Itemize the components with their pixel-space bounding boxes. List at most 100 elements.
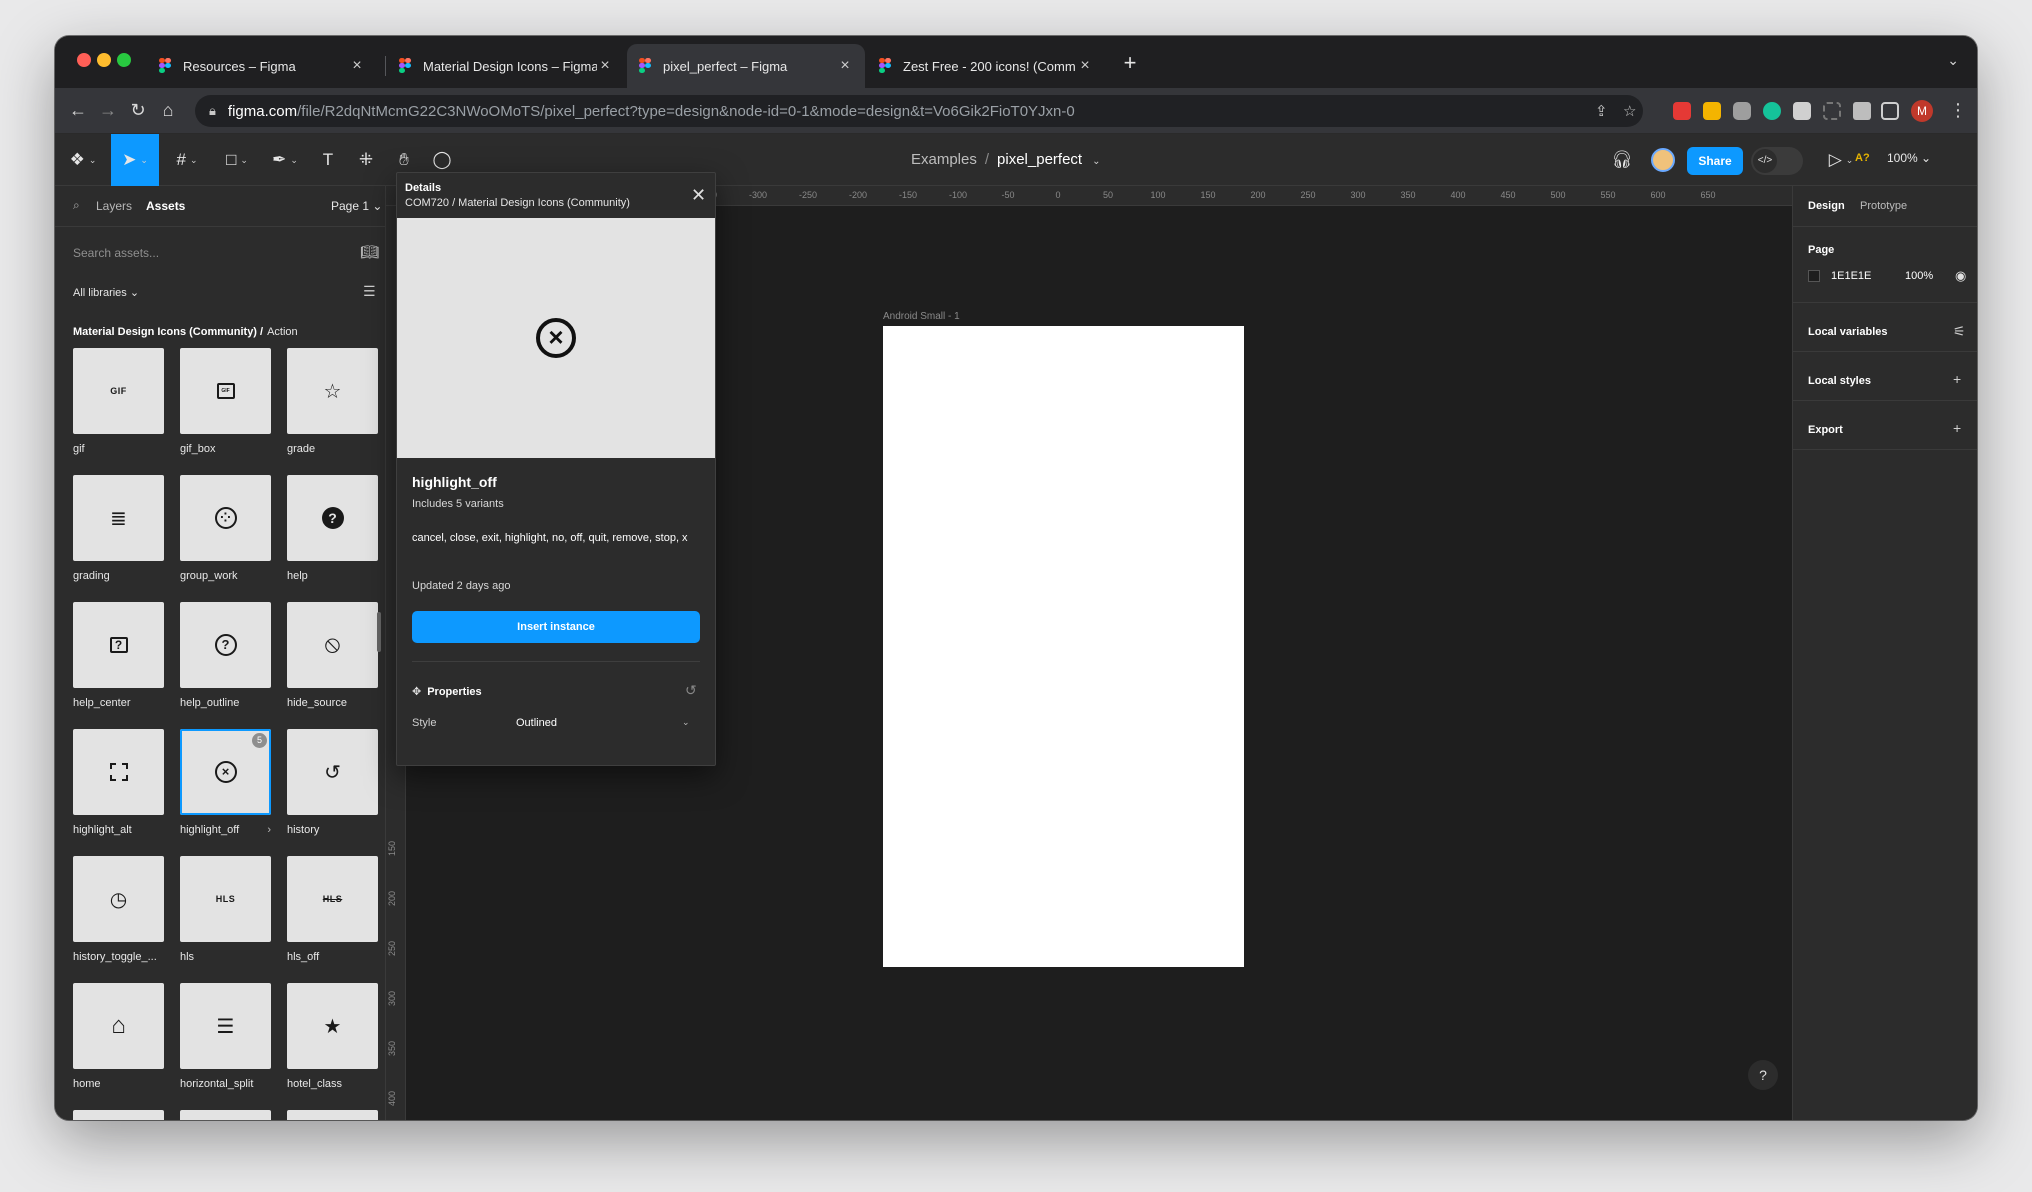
- extensions-puzzle-icon[interactable]: [1853, 102, 1871, 120]
- extension-grammarly-icon[interactable]: [1763, 102, 1781, 120]
- file-breadcrumb[interactable]: Examples / pixel_perfect ⌄: [911, 151, 1100, 168]
- extension-device-icon[interactable]: [1793, 102, 1811, 120]
- grading-icon[interactable]: ≣: [73, 475, 164, 561]
- new-tab-button[interactable]: +: [1118, 50, 1142, 76]
- headphones-icon[interactable]: 🎧︎: [1605, 134, 1639, 186]
- share-button[interactable]: Share: [1687, 147, 1743, 175]
- extension-camera-icon[interactable]: [1733, 102, 1751, 120]
- asset-help-outline[interactable]: ? help_outline: [180, 602, 271, 709]
- figma-main-menu-icon[interactable]: ❖ ⌄: [63, 134, 103, 186]
- reload-icon[interactable]: ↻: [127, 100, 149, 121]
- resources-tool-button[interactable]: ⁜: [349, 134, 383, 186]
- asset-highlight-alt[interactable]: highlight_alt: [73, 729, 164, 836]
- close-tab-icon[interactable]: ×: [597, 57, 613, 75]
- library-book-icon[interactable]: 📖︎: [360, 243, 379, 261]
- local-variables-row[interactable]: Local variables: [1808, 326, 1888, 338]
- present-play-icon[interactable]: ▷ ⌄: [1823, 134, 1859, 186]
- asset-partial[interactable]: ■: [287, 1110, 378, 1120]
- reset-icon[interactable]: ↺: [685, 682, 697, 699]
- url-field[interactable]: 🔒︎ figma.com /file/R2dqNtMcmG22C3NWoOMoT…: [195, 95, 1643, 127]
- star-outline-icon[interactable]: ☆: [287, 348, 378, 434]
- browser-tab-material-design[interactable]: Material Design Icons – Figma ×: [387, 44, 625, 88]
- history-icon[interactable]: ↺: [287, 729, 378, 815]
- asset-gif-box[interactable]: GIF gif_box: [180, 348, 271, 455]
- asset-partial[interactable]: ▽: [73, 1110, 164, 1120]
- variables-sliders-icon[interactable]: ⚟: [1953, 323, 1966, 340]
- asset-help[interactable]: ? help: [287, 475, 378, 582]
- library-name[interactable]: Material Design Icons (Community) /: [73, 326, 263, 338]
- asset-home[interactable]: ⌂ home: [73, 983, 164, 1090]
- file-name[interactable]: pixel_perfect: [997, 151, 1082, 168]
- assets-scrollbar[interactable]: [377, 612, 381, 652]
- asset-partial[interactable]: ▢: [180, 1110, 271, 1120]
- help-button[interactable]: ?: [1748, 1060, 1778, 1090]
- frame-name-label[interactable]: Android Small - 1: [883, 311, 960, 322]
- page-color-swatch[interactable]: [1808, 270, 1820, 282]
- gif-icon[interactable]: GIF: [73, 348, 164, 434]
- tab-prototype[interactable]: Prototype: [1860, 200, 1907, 212]
- help-outline-icon[interactable]: ?: [180, 602, 271, 688]
- asset-group-work[interactable]: ⁘ group_work: [180, 475, 271, 582]
- component-preview[interactable]: ×: [397, 218, 715, 458]
- project-name[interactable]: Examples: [911, 151, 977, 168]
- tab-layers[interactable]: Layers: [96, 199, 132, 213]
- chevron-right-icon[interactable]: ›: [267, 824, 271, 836]
- home-icon[interactable]: ⌂: [73, 983, 164, 1069]
- asset-help-center[interactable]: ? help_center: [73, 602, 164, 709]
- close-tab-icon[interactable]: ×: [837, 57, 853, 75]
- hide-source-icon[interactable]: ⦸: [287, 602, 378, 688]
- forward-arrow-icon[interactable]: →: [97, 100, 119, 121]
- insert-instance-button[interactable]: Insert instance: [412, 611, 700, 643]
- asset-history-toggle[interactable]: ◷ history_toggle_...: [73, 856, 164, 963]
- frame-tool-button[interactable]: # ⌄: [165, 134, 209, 186]
- close-tab-icon[interactable]: ×: [1077, 57, 1093, 75]
- home-icon[interactable]: ⌂: [157, 100, 179, 121]
- shape-tool-button[interactable]: □ ⌄: [215, 134, 259, 186]
- page-color-opacity[interactable]: 100%: [1905, 270, 1933, 282]
- close-icon[interactable]: ✕: [691, 185, 706, 206]
- add-style-plus-icon[interactable]: +: [1953, 371, 1961, 387]
- history-toggle-icon[interactable]: ◷: [73, 856, 164, 942]
- user-avatar[interactable]: [1651, 148, 1675, 172]
- style-property-select[interactable]: Outlined: [516, 717, 557, 729]
- asset-gif[interactable]: GIF gif: [73, 348, 164, 455]
- ai-assist-label[interactable]: A?: [1855, 152, 1870, 164]
- tab-design[interactable]: Design: [1808, 200, 1845, 212]
- move-tool-button[interactable]: ➤ ⌄: [111, 134, 159, 186]
- asset-horizontal-split[interactable]: ☰ horizontal_split: [180, 983, 271, 1090]
- page-color-hex[interactable]: 1E1E1E: [1831, 270, 1871, 282]
- export-row[interactable]: Export: [1808, 424, 1843, 436]
- browser-tab-zest-free[interactable]: Zest Free - 200 icons! (Comm ×: [867, 44, 1105, 88]
- horizontal-split-icon[interactable]: ☰: [180, 983, 271, 1069]
- extension-screenshot-icon[interactable]: [1823, 102, 1841, 120]
- tab-search-chevron-icon[interactable]: ⌄: [1947, 52, 1959, 69]
- share-page-icon[interactable]: ⇪: [1595, 102, 1608, 120]
- zoom-level[interactable]: 100% ⌄: [1887, 151, 1931, 165]
- profile-avatar[interactable]: M: [1911, 100, 1933, 122]
- hls-off-icon[interactable]: HLS: [287, 856, 378, 942]
- gif-box-icon[interactable]: GIF: [180, 348, 271, 434]
- back-arrow-icon[interactable]: ←: [67, 100, 89, 121]
- libraries-filter[interactable]: All libraries ⌄: [73, 286, 139, 299]
- browser-menu-icon[interactable]: ⋮: [1949, 100, 1967, 121]
- asset-history[interactable]: ↺ history: [287, 729, 378, 836]
- partial-asset-icon[interactable]: ▢: [180, 1110, 271, 1120]
- help-center-icon[interactable]: ?: [73, 602, 164, 688]
- browser-tab-resources[interactable]: Resources – Figma ×: [147, 44, 377, 88]
- asset-highlight-off[interactable]: × 5 highlight_off ›: [180, 729, 271, 836]
- pen-tool-button[interactable]: ✒ ⌄: [263, 134, 307, 186]
- asset-hls[interactable]: HLS hls: [180, 856, 271, 963]
- highlight-off-icon[interactable]: × 5: [180, 729, 271, 815]
- partial-asset-icon[interactable]: ■: [287, 1110, 378, 1120]
- text-tool-button[interactable]: T: [311, 134, 345, 186]
- close-window-button[interactable]: [77, 53, 91, 67]
- asset-hls-off[interactable]: HLS hls_off: [287, 856, 378, 963]
- dev-mode-toggle[interactable]: </>: [1751, 147, 1803, 175]
- browser-tab-pixel-perfect[interactable]: pixel_perfect – Figma ×: [627, 44, 865, 88]
- page-selector[interactable]: Page 1 ⌄: [331, 199, 382, 213]
- maximize-window-button[interactable]: [117, 53, 131, 67]
- list-view-icon[interactable]: ☰: [363, 283, 376, 300]
- asset-grading[interactable]: ≣ grading: [73, 475, 164, 582]
- partial-asset-icon[interactable]: ▽: [73, 1110, 164, 1120]
- asset-hotel-class[interactable]: ★ hotel_class: [287, 983, 378, 1090]
